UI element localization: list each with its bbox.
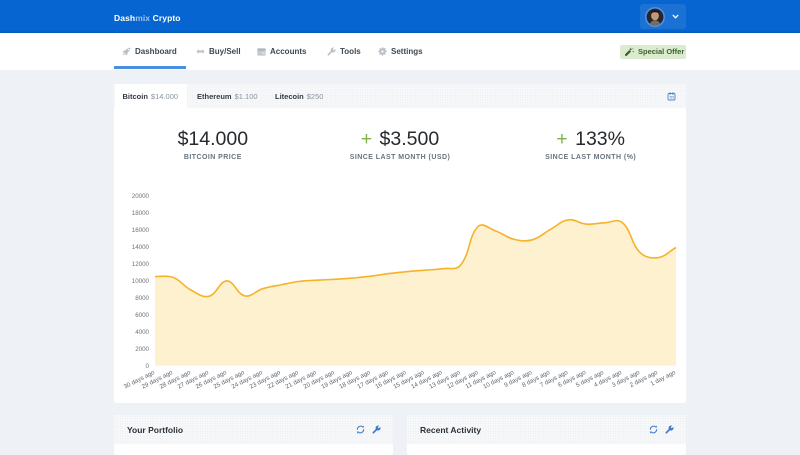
svg-text:18000: 18000 [132, 210, 150, 217]
svg-text:6000: 6000 [135, 312, 149, 319]
svg-text:14000: 14000 [132, 244, 150, 251]
svg-text:12000: 12000 [132, 261, 150, 268]
svg-text:2000: 2000 [135, 346, 149, 353]
svg-text:10000: 10000 [132, 278, 150, 285]
svg-text:16000: 16000 [132, 227, 150, 234]
svg-text:0: 0 [146, 363, 150, 370]
svg-text:4000: 4000 [135, 329, 149, 336]
svg-text:8000: 8000 [135, 295, 149, 302]
svg-text:20000: 20000 [132, 193, 150, 200]
